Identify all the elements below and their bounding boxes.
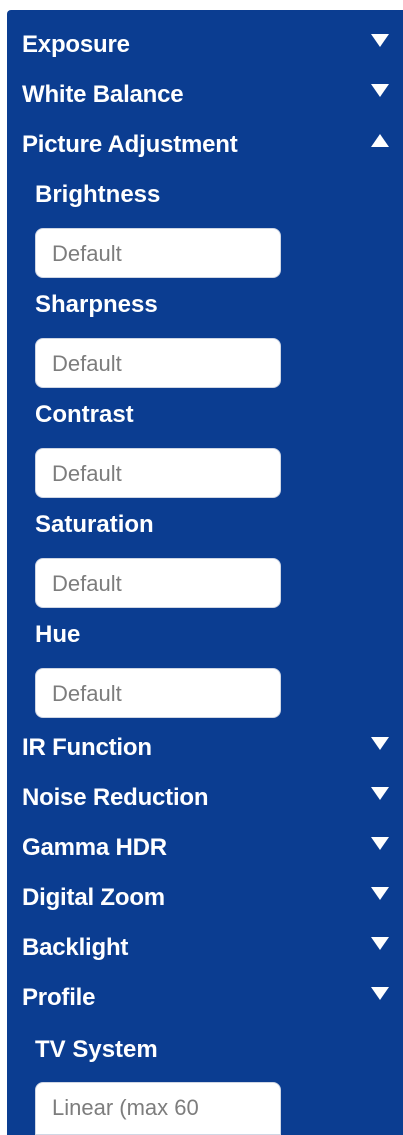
camera-settings-panel: Exposure White Balance Picture Adjustmen… (7, 10, 403, 1135)
hue-field[interactable]: Default (35, 668, 281, 718)
saturation-field[interactable]: Default (35, 558, 281, 608)
tv-system-label: TV System (35, 1036, 158, 1063)
sharpness-label: Sharpness (35, 291, 158, 318)
section-label: Backlight (22, 934, 129, 961)
section-white-balance[interactable]: White Balance (22, 80, 389, 110)
chevron-down-icon (371, 836, 389, 850)
section-label: Gamma HDR (22, 834, 167, 861)
contrast-field[interactable]: Default (35, 448, 281, 498)
brightness-field[interactable]: Default (35, 228, 281, 278)
section-label: Noise Reduction (22, 784, 209, 811)
section-backlight[interactable]: Backlight (22, 933, 389, 963)
chevron-down-icon (371, 936, 389, 950)
section-label: Digital Zoom (22, 884, 165, 911)
brightness-label: Brightness (35, 181, 161, 208)
section-digital-zoom[interactable]: Digital Zoom (22, 883, 389, 913)
chevron-up-icon (371, 133, 389, 147)
sharpness-field[interactable]: Default (35, 338, 281, 388)
chevron-down-icon (371, 83, 389, 97)
section-gamma-hdr[interactable]: Gamma HDR (22, 833, 389, 863)
chevron-down-icon (371, 986, 389, 1000)
section-noise-reduction[interactable]: Noise Reduction (22, 783, 389, 813)
hue-label: Hue (35, 621, 81, 648)
section-label: IR Function (22, 734, 152, 761)
chevron-down-icon (371, 33, 389, 47)
saturation-label: Saturation (35, 511, 154, 538)
section-label: White Balance (22, 81, 184, 108)
section-label: Picture Adjustment (22, 131, 238, 158)
chevron-down-icon (371, 736, 389, 750)
chevron-down-icon (371, 886, 389, 900)
section-profile[interactable]: Profile (22, 983, 389, 1013)
section-label: Profile (22, 984, 96, 1011)
section-picture-adjustment[interactable]: Picture Adjustment (22, 130, 389, 160)
section-exposure[interactable]: Exposure (22, 30, 389, 60)
tv-system-field[interactable]: Linear (max 60 (35, 1082, 281, 1135)
section-ir-function[interactable]: IR Function (22, 733, 389, 763)
section-label: Exposure (22, 31, 130, 58)
chevron-down-icon (371, 786, 389, 800)
contrast-label: Contrast (35, 401, 134, 428)
